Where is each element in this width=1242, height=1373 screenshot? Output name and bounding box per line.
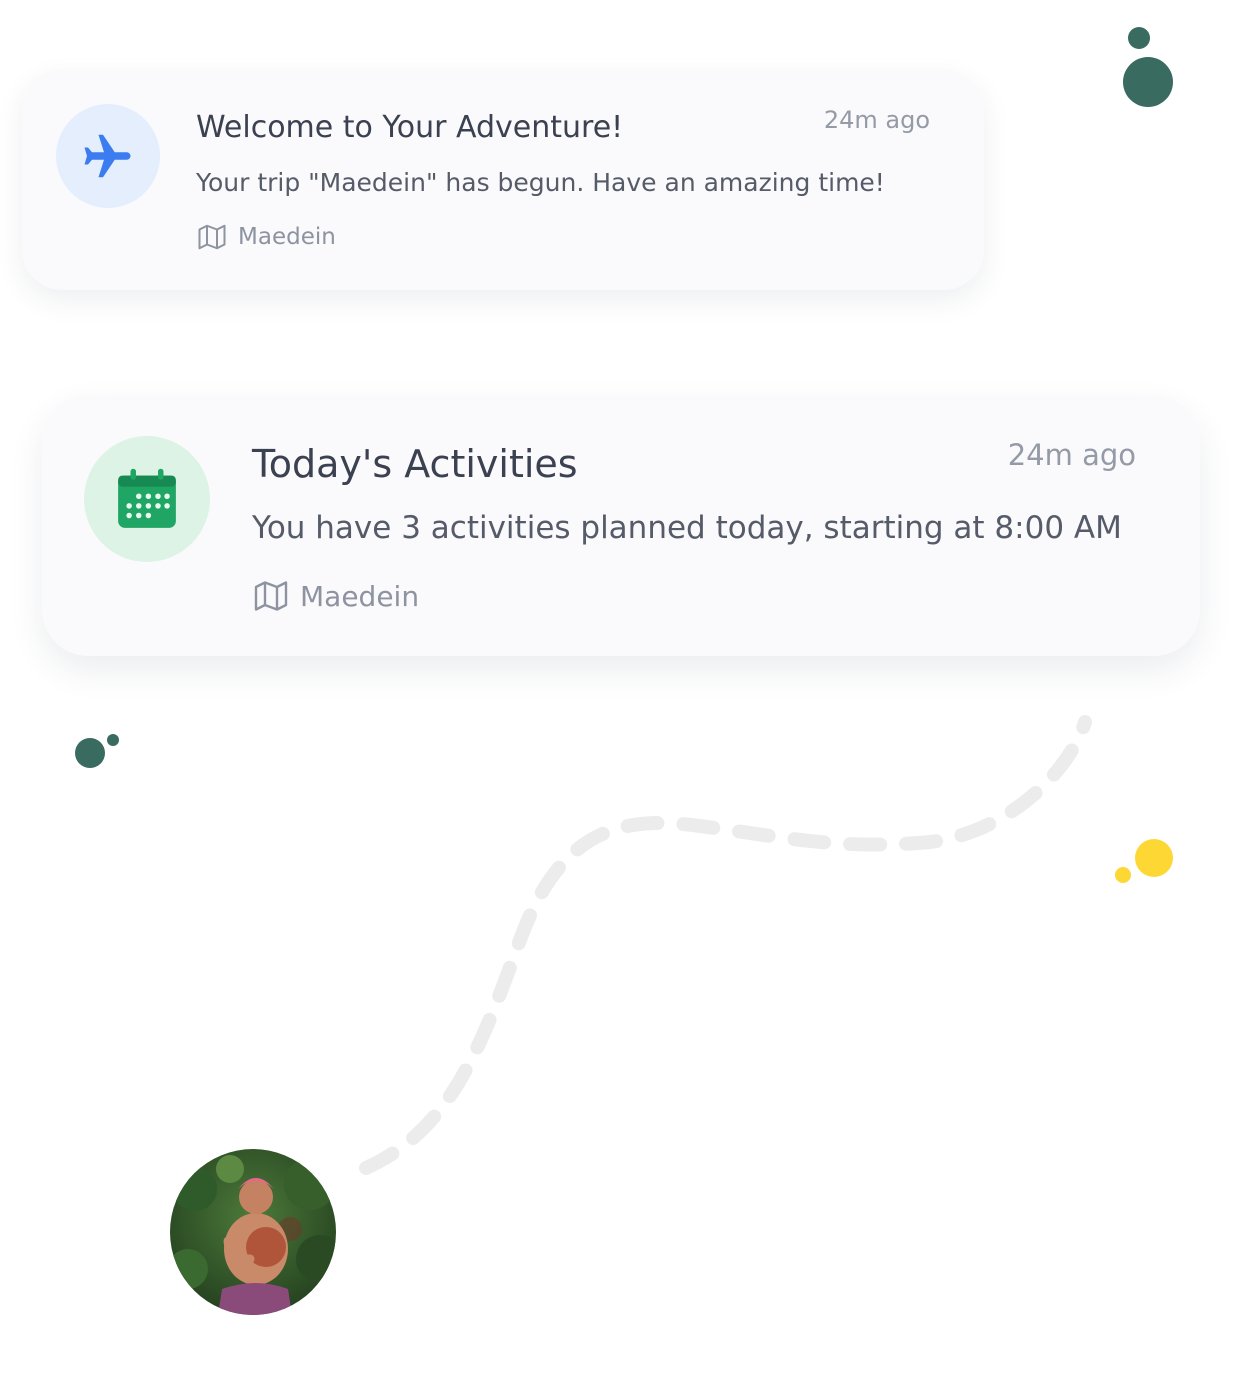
trip-name: Maedein (238, 224, 336, 250)
decor-dot-medium (75, 738, 105, 768)
notification-showcase: Welcome to Your Adventure! 24m ago Your … (0, 0, 1242, 1373)
dashed-route-path (359, 715, 1092, 1175)
notification-message: You have 3 activities planned today, sta… (252, 510, 1122, 546)
trip-tag[interactable]: Maedein (196, 222, 336, 252)
trip-name: Maedein (300, 579, 420, 613)
decor-yellow-dot-large (1135, 839, 1173, 877)
notification-time: 24m ago (823, 106, 930, 134)
calendar-icon (118, 468, 176, 528)
decor-yellow-dot-small (1115, 867, 1131, 883)
map-icon (198, 224, 226, 250)
notification-title: Today's Activities (252, 442, 578, 486)
avatar-photo (170, 1149, 336, 1315)
traveler-avatar[interactable] (170, 1149, 336, 1315)
notification-icon-badge (56, 104, 160, 208)
map-icon (254, 581, 288, 611)
notification-time: 24m ago (1007, 438, 1136, 472)
decor-dot-small (1128, 27, 1150, 49)
notification-title: Welcome to Your Adventure! (196, 110, 624, 145)
airplane-icon (84, 134, 131, 178)
trip-tag[interactable]: Maedein (252, 578, 419, 614)
notification-card[interactable]: Today's Activities 24m ago You have 3 ac… (42, 396, 1200, 656)
notification-message: Your trip "Maedein" has begun. Have an a… (196, 168, 885, 197)
decor-dot-large (1123, 57, 1173, 107)
notification-card[interactable]: Welcome to Your Adventure! 24m ago Your … (22, 70, 984, 290)
decor-dot-tiny (107, 734, 119, 746)
notification-icon-badge (84, 436, 210, 562)
